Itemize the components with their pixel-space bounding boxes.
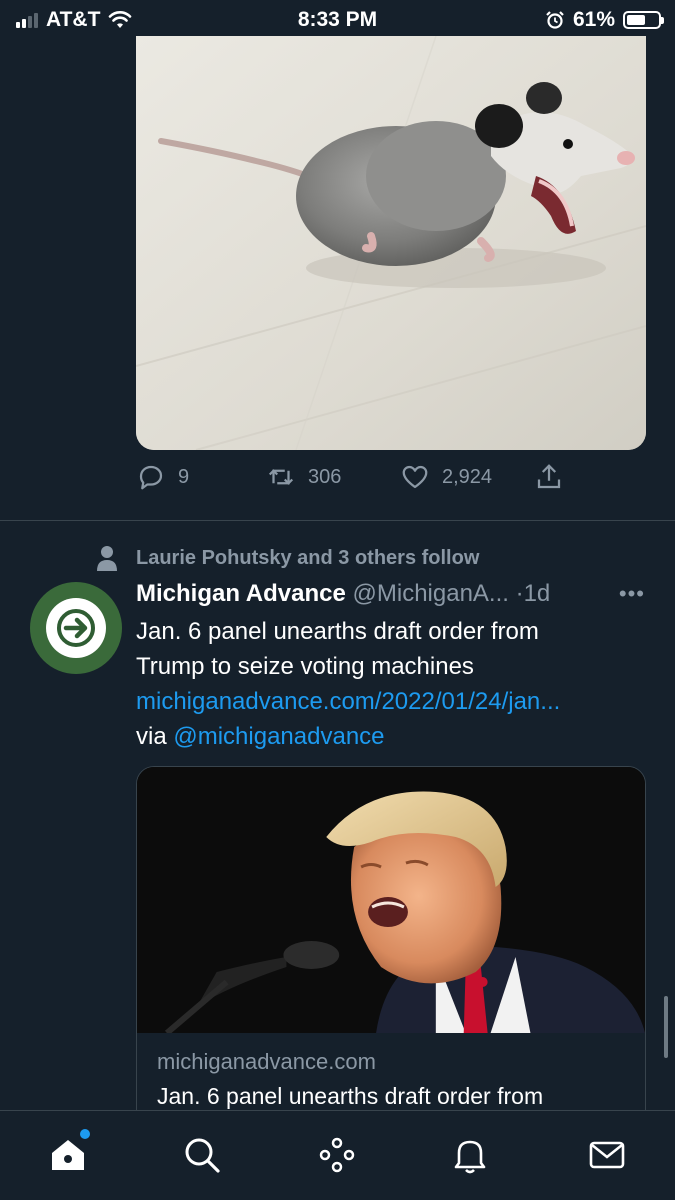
reply-button[interactable]: 9 xyxy=(136,462,189,492)
retweet-button[interactable]: 306 xyxy=(266,462,341,492)
nav-messages[interactable] xyxy=(585,1133,629,1177)
author-handle[interactable]: @MichiganA... xyxy=(353,580,509,607)
retweet-icon xyxy=(268,469,294,485)
scrollbar[interactable] xyxy=(664,996,668,1058)
tweet-divider xyxy=(0,520,675,521)
social-context[interactable]: Laurie Pohutsky and 3 others follow xyxy=(96,544,479,572)
mail-icon xyxy=(589,1141,625,1169)
nav-spaces[interactable] xyxy=(315,1133,359,1177)
search-icon xyxy=(185,1138,220,1173)
link-card[interactable]: michiganadvance.com Jan. 6 panel unearth… xyxy=(136,766,646,1126)
tweet-text-line1: Jan. 6 panel unearths draft order from xyxy=(136,618,539,645)
nav-notifications[interactable] xyxy=(448,1133,492,1177)
card-image xyxy=(137,767,645,1033)
nav-search[interactable] xyxy=(180,1133,224,1177)
tweet-time[interactable]: ·1d xyxy=(516,580,551,607)
heart-icon xyxy=(402,465,428,489)
reply-icon xyxy=(139,465,163,490)
new-content-dot xyxy=(80,1129,90,1139)
tweet-media-photo[interactable] xyxy=(136,36,646,450)
author-name[interactable]: Michigan Advance xyxy=(136,580,346,607)
tweet-text: Jan. 6 panel unearths draft order from T… xyxy=(136,614,656,754)
battery-percent: 61% xyxy=(572,8,615,31)
via-mention-link[interactable]: @michiganadvance xyxy=(173,723,384,750)
like-button[interactable]: 2,924 xyxy=(400,462,492,492)
arrow-right-icon xyxy=(57,609,95,647)
retweet-count: 306 xyxy=(308,465,342,488)
share-button[interactable] xyxy=(534,462,564,492)
spaces-icon xyxy=(319,1137,355,1173)
tweet-text-line2: Trump to seize voting machines xyxy=(136,653,474,680)
battery-icon xyxy=(623,11,664,29)
tweet-header: Michigan Advance @MichiganA... ·1d xyxy=(136,580,646,612)
social-context-text: Laurie Pohutsky and 3 others follow xyxy=(136,546,480,569)
share-icon xyxy=(537,464,561,489)
person-icon xyxy=(97,546,117,571)
status-bar: AT&T 8:33 PM 61% xyxy=(0,0,675,38)
reply-count: 9 xyxy=(178,465,190,488)
speaker-photo xyxy=(137,767,645,1033)
battery-fill xyxy=(627,15,646,25)
article-link[interactable]: michiganadvance.com/2022/01/24/jan... xyxy=(136,684,656,719)
more-options-button[interactable]: ••• xyxy=(619,581,645,607)
home-icon xyxy=(52,1140,84,1170)
nav-home[interactable] xyxy=(46,1129,90,1177)
card-title: Jan. 6 panel unearths draft order from xyxy=(157,1083,544,1109)
avatar[interactable] xyxy=(30,582,122,674)
via-prefix: via xyxy=(136,723,174,750)
bottom-nav xyxy=(0,1110,675,1200)
bell-icon xyxy=(454,1140,486,1174)
tweet1-actions: 9 306 2,924 xyxy=(136,462,576,502)
opossum-image xyxy=(136,36,646,450)
card-domain: michiganadvance.com xyxy=(157,1049,376,1074)
alarm-icon xyxy=(546,11,564,29)
like-count: 2,924 xyxy=(442,465,493,488)
